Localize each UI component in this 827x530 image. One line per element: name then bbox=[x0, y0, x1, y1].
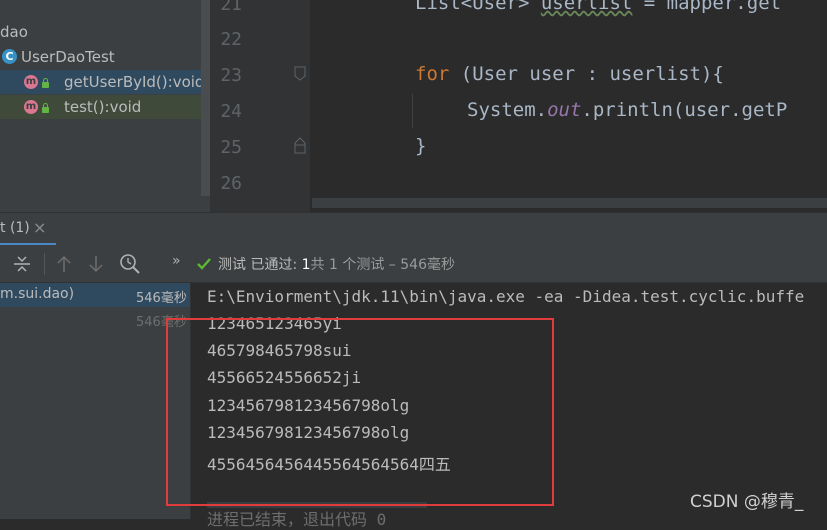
line-number: 22 bbox=[220, 29, 242, 50]
lock-icon bbox=[42, 103, 49, 113]
arrow-up-icon[interactable] bbox=[55, 254, 73, 274]
line-number: 21 bbox=[220, 0, 242, 15]
highlight-box bbox=[166, 318, 554, 506]
code-line-24[interactable]: System.out.println(user.getP bbox=[467, 99, 787, 121]
test-result-row[interactable]: m.sui.dao) 546毫秒 bbox=[0, 283, 190, 307]
test-result-label: m.sui.dao) bbox=[0, 286, 75, 302]
arrow-down-icon[interactable] bbox=[87, 254, 105, 274]
toolbar-separator bbox=[44, 253, 45, 275]
checkmark-icon bbox=[197, 258, 211, 270]
code-line-25[interactable]: } bbox=[415, 135, 426, 157]
tree-item-method-label: getUserById():void bbox=[64, 73, 205, 91]
lock-icon bbox=[42, 78, 49, 88]
watermark: CSDN @穆青_ bbox=[690, 492, 804, 512]
code-line-23[interactable]: for (User user : userlist){ bbox=[415, 63, 724, 85]
tree-item-method-label: test():void bbox=[64, 98, 142, 116]
test-result-row[interactable]: 546毫秒 bbox=[0, 307, 190, 331]
close-icon[interactable]: × bbox=[33, 218, 46, 237]
line-number: 25 bbox=[220, 137, 242, 158]
tree-scrollbar[interactable] bbox=[201, 0, 210, 196]
fold-close-icon[interactable] bbox=[293, 136, 307, 154]
history-icon[interactable] bbox=[119, 253, 141, 275]
tree-item-package[interactable]: dao bbox=[0, 20, 210, 44]
line-number: 26 bbox=[220, 173, 242, 194]
run-toolbar: » 测试 已通过: 1共 1 个测试 – 546毫秒 bbox=[0, 245, 827, 283]
run-tab-bar: t (1) × bbox=[0, 212, 827, 246]
editor-horizontal-scrollbar[interactable] bbox=[312, 198, 827, 208]
fold-open-icon[interactable] bbox=[293, 66, 307, 82]
run-tab-label: t (1) bbox=[0, 220, 30, 236]
tree-item-package-label: dao bbox=[0, 23, 28, 41]
collapse-all-icon[interactable] bbox=[12, 254, 32, 274]
tree-item-method-getuserbyid[interactable]: m getUserById():void bbox=[0, 70, 210, 94]
test-results-tree: m.sui.dao) 546毫秒 546毫秒 bbox=[0, 283, 190, 519]
tree-item-class-label: UserDaoTest bbox=[21, 48, 115, 66]
run-tab[interactable]: t (1) × bbox=[0, 213, 56, 246]
line-number: 23 bbox=[220, 65, 242, 86]
console-command-line: E:\Enviorment\jdk.11\bin\java.exe -ea -D… bbox=[207, 287, 805, 306]
test-class-icon: C bbox=[2, 49, 17, 64]
indent-guide bbox=[412, 94, 413, 128]
line-number: 24 bbox=[220, 101, 242, 122]
code-line-21[interactable]: List<User> userlist = mapper.get bbox=[415, 0, 781, 14]
test-status-text: 测试 已通过: 1共 1 个测试 – 546毫秒 bbox=[218, 257, 455, 273]
expand-marker-icon[interactable]: » bbox=[172, 253, 181, 269]
method-icon: m bbox=[24, 100, 38, 114]
tree-item-test-class[interactable]: C UserDaoTest bbox=[0, 45, 210, 69]
method-icon: m bbox=[24, 75, 38, 89]
test-result-time: 546毫秒 bbox=[136, 291, 187, 306]
console-exit-line: 进程已结束，退出代码 0 bbox=[207, 510, 387, 529]
tree-item-method-test[interactable]: m test():void bbox=[0, 95, 210, 119]
